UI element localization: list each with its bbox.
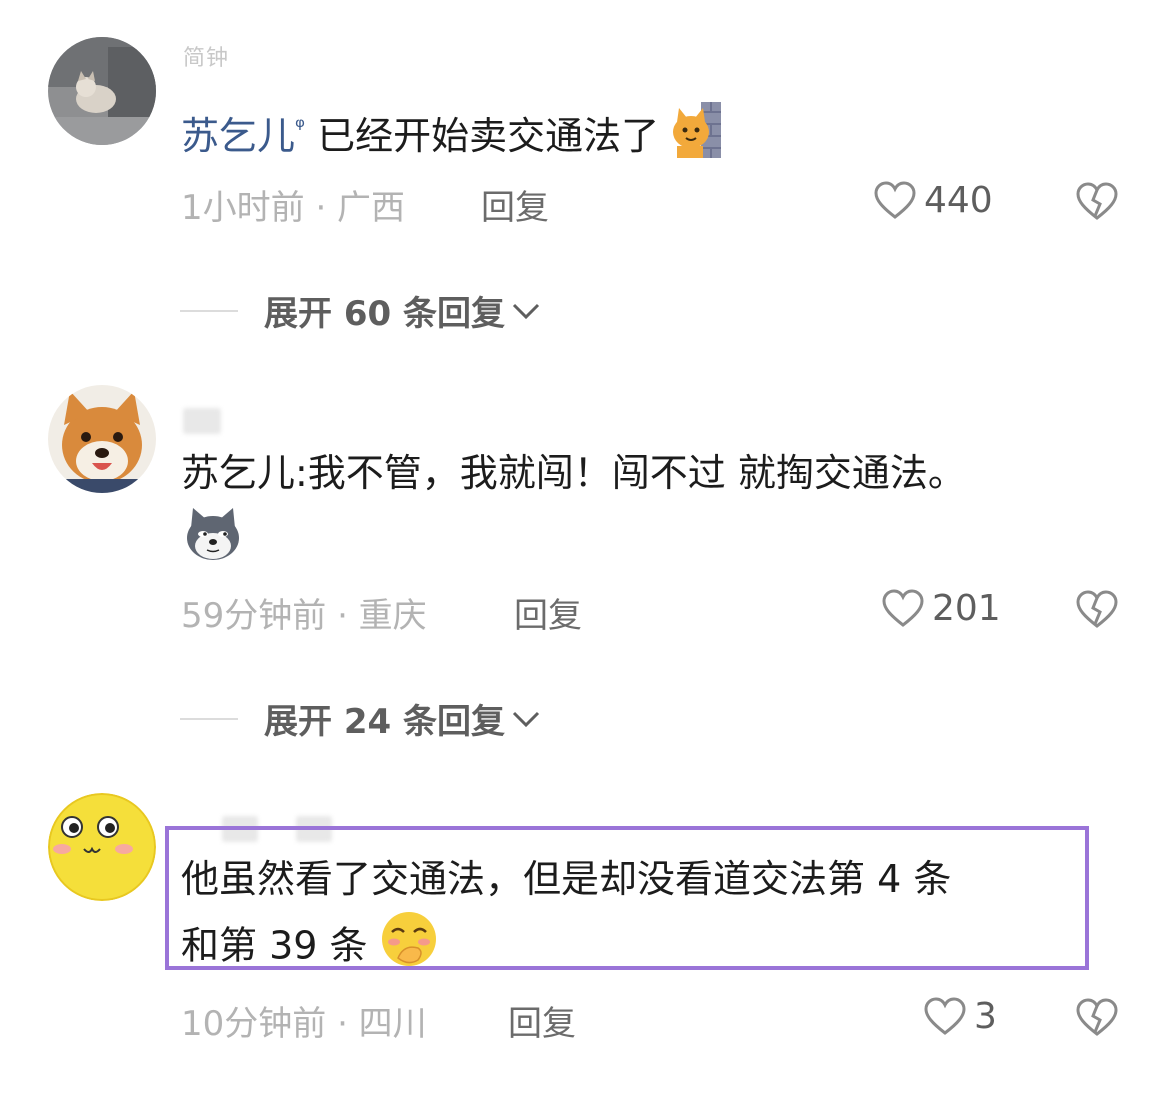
like-count: 3: [974, 996, 997, 1037]
comment-text: 苏乞儿:我不管，我就闯！闯不过 就掏交通法。: [181, 451, 966, 495]
dislike-button[interactable]: [1076, 998, 1118, 1038]
like-count: 201: [932, 588, 1001, 629]
chevron-down-icon: [512, 711, 540, 727]
divider-line: [180, 717, 238, 720]
chevron-down-icon: [512, 303, 540, 319]
heart-icon: [924, 996, 966, 1035]
time-location: 10分钟前 · 四川: [181, 1004, 427, 1044]
username[interactable]: [183, 408, 221, 434]
time-location: 1小时前 · 广西: [181, 188, 406, 228]
broken-heart-icon: [1076, 590, 1118, 628]
like-count: 440: [924, 180, 993, 221]
avatar[interactable]: [48, 385, 156, 493]
like-button[interactable]: 201: [882, 588, 1001, 629]
comment-body: 已经开始卖交通法了: [317, 114, 660, 158]
comment-text-line2: 和第 39 条: [181, 910, 438, 986]
expand-replies-button[interactable]: 展开 60 条回复: [180, 286, 543, 335]
broken-heart-icon: [1076, 998, 1118, 1036]
heart-icon: [882, 588, 924, 627]
dislike-button[interactable]: [1076, 590, 1118, 630]
broken-heart-icon: [1076, 182, 1118, 220]
dislike-button[interactable]: [1076, 182, 1118, 222]
covering-mouth-laugh-emoji-icon: [380, 910, 438, 986]
avatar[interactable]: [48, 793, 156, 901]
reply-button[interactable]: 回复: [508, 996, 576, 1045]
comment-text-line2-body: 和第 39 条: [181, 923, 368, 968]
divider-line: [180, 309, 238, 312]
comment-text-line1: 他虽然看了交通法，但是却没看道交法第 4 条: [181, 857, 952, 901]
expand-replies-label: 展开 60 条回复: [264, 294, 505, 334]
doge-emoji-icon: [185, 506, 241, 566]
mention-link[interactable]: 苏乞儿: [181, 114, 295, 158]
search-icon: ᵠ: [295, 113, 305, 141]
shiba-dog-avatar-icon: [48, 385, 156, 493]
kitten-photo-avatar-icon: [48, 37, 156, 145]
expand-replies-label: 展开 24 条回复: [264, 702, 505, 742]
yellow-face-avatar-icon: [48, 793, 156, 901]
avatar[interactable]: [48, 37, 156, 145]
like-button[interactable]: 440: [874, 180, 993, 221]
comment-text: 苏乞儿ᵠ 已经开始卖交通法了: [181, 96, 722, 176]
expand-replies-button[interactable]: 展开 24 条回复: [180, 694, 543, 743]
reply-button[interactable]: 回复: [514, 588, 582, 637]
cat-peeking-wall-emoji-icon: [671, 101, 722, 176]
heart-icon: [874, 180, 916, 219]
username[interactable]: 简钟: [183, 40, 229, 72]
reply-button[interactable]: 回复: [481, 180, 549, 229]
time-location: 59分钟前 · 重庆: [181, 596, 427, 636]
like-button[interactable]: 3: [924, 996, 997, 1037]
